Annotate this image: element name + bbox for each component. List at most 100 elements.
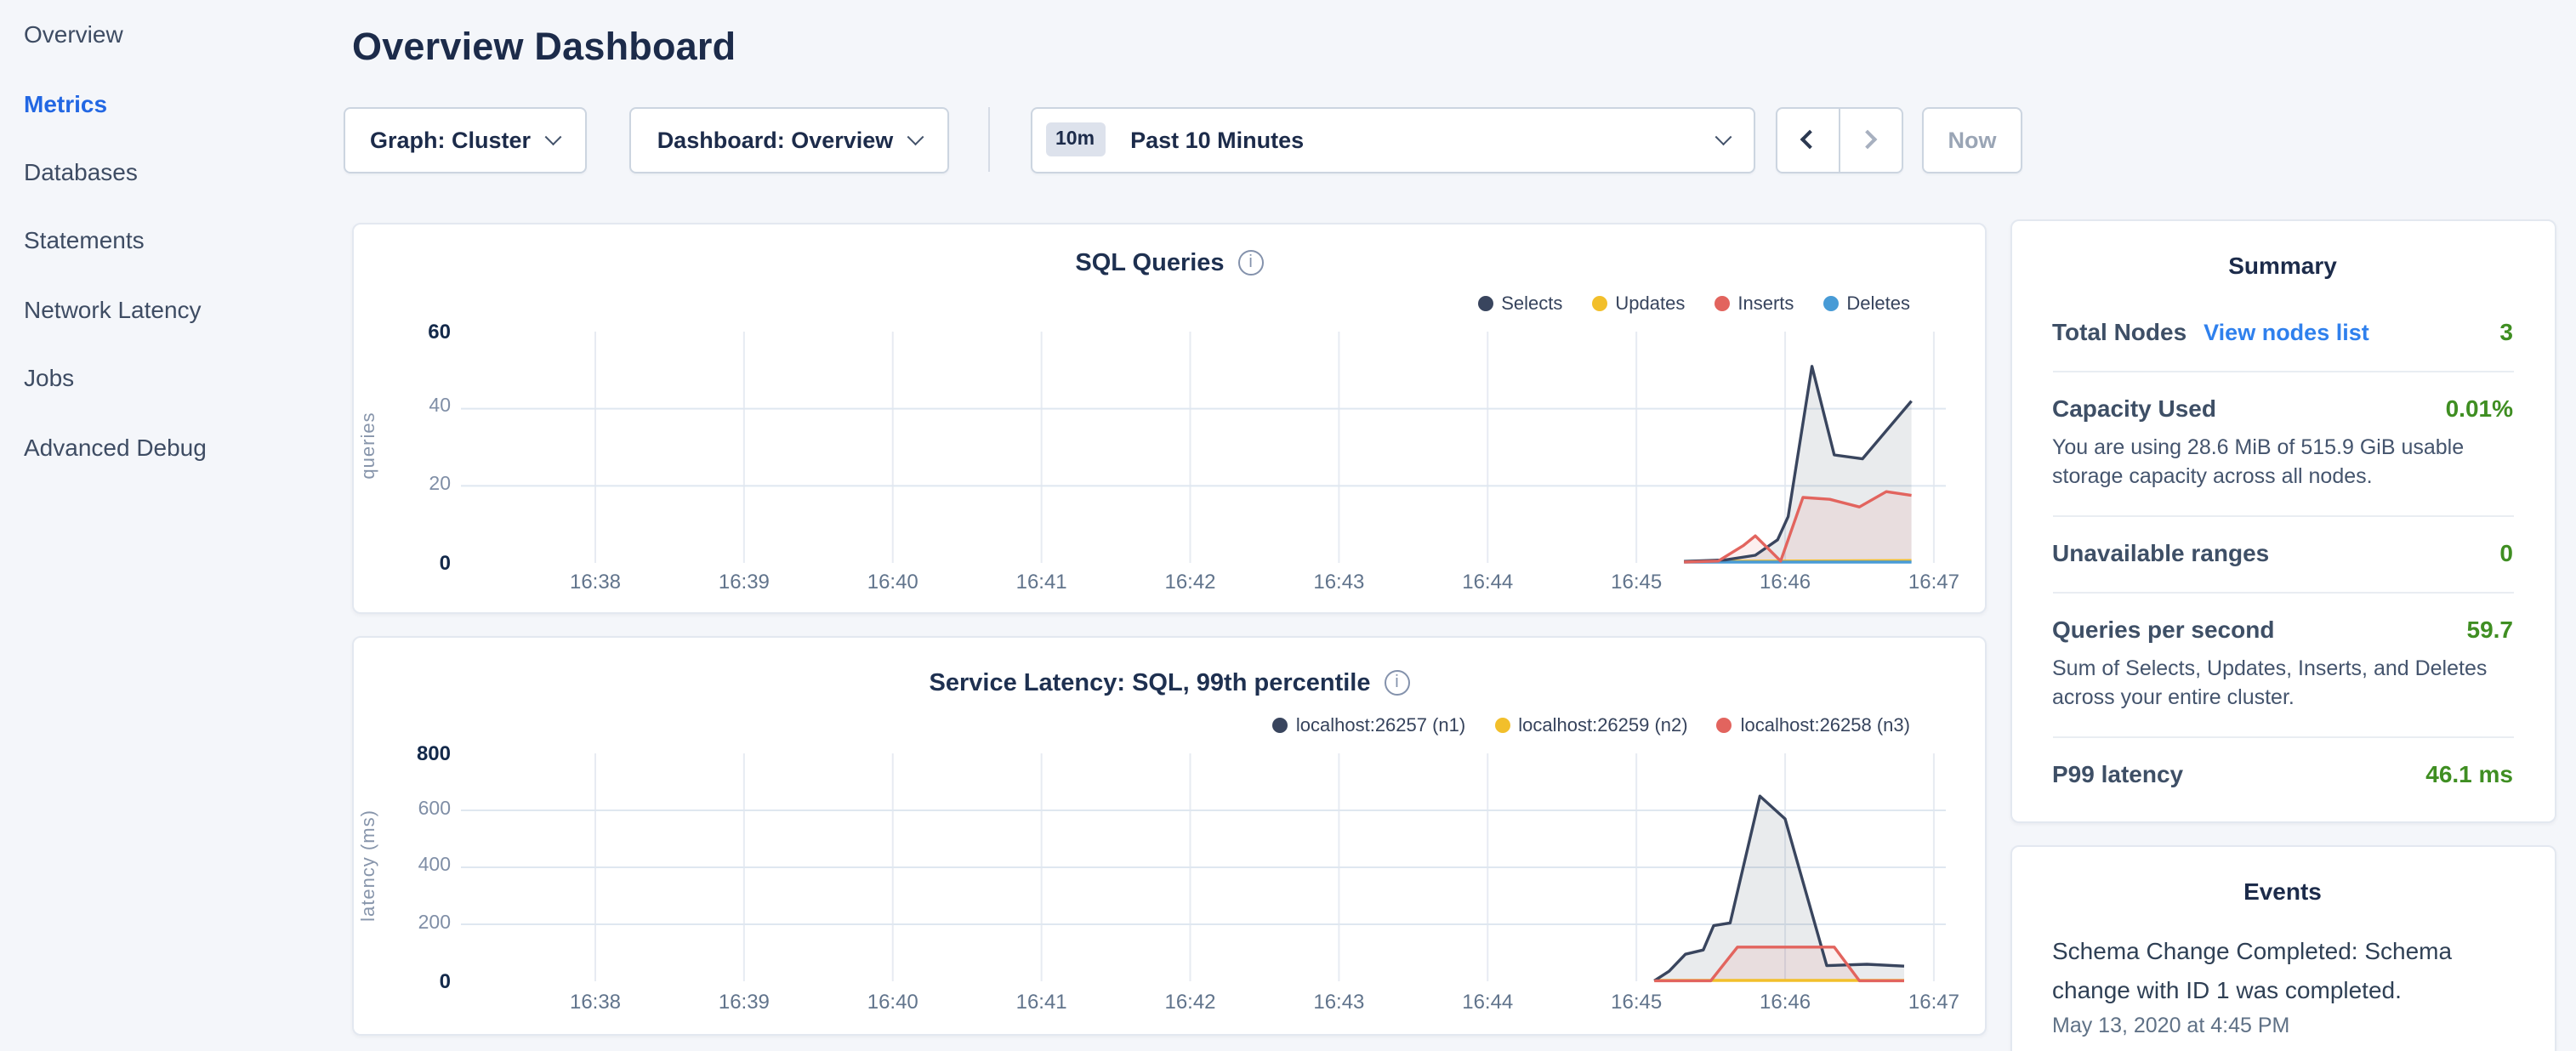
divider — [988, 107, 990, 172]
now-button[interactable]: Now — [1922, 106, 2022, 173]
x-tick-label: 16:39 — [693, 989, 795, 1013]
event-timestamp: May 13, 2020 at 4:45 PM — [2052, 1014, 2513, 1037]
x-tick-label: 16:46 — [1734, 989, 1836, 1013]
legend-label: Updates — [1615, 293, 1685, 314]
sidebar-item-statements[interactable]: Statements — [0, 206, 333, 275]
summary-item-value: 59.7 — [2467, 616, 2514, 643]
y-tick-label: 800 — [354, 741, 451, 765]
summary-item: Queries per second59.7 Sum of Selects, Up… — [2052, 592, 2513, 736]
graph-scope-dropdown-label: Graph: Cluster — [370, 127, 531, 152]
x-tick-label: 16:42 — [1140, 569, 1242, 593]
summary-item-value: 0 — [2499, 539, 2513, 566]
service-latency-sql-99th-percentile-plot — [461, 753, 1946, 986]
x-tick-label: 16:38 — [544, 569, 646, 593]
summary-item-label: Capacity Used — [2052, 395, 2216, 422]
legend-dot-icon — [1714, 296, 1729, 311]
summary-item-value: 46.1 ms — [2425, 760, 2513, 787]
time-prev-button[interactable] — [1777, 108, 1840, 171]
summary-item: Unavailable ranges 0 — [2052, 515, 2513, 592]
chart-title-text: Service Latency: SQL, 99th percentile — [930, 669, 1371, 696]
summary-item-description: Sum of Selects, Updates, Inserts, and De… — [2052, 655, 2513, 711]
x-tick-label: 16:43 — [1288, 989, 1390, 1013]
graph-scope-dropdown[interactable]: Graph: Cluster — [343, 106, 586, 173]
legend-item: Inserts — [1714, 293, 1794, 314]
chart-legend: localhost:26257 (n1)localhost:26259 (n2)… — [1272, 715, 1910, 736]
sidebar-item-jobs[interactable]: Jobs — [0, 344, 333, 412]
x-tick-label: 16:45 — [1585, 569, 1687, 593]
summary-item-label: Total Nodes — [2052, 318, 2186, 345]
dashboard-dropdown-label: Dashboard: Overview — [657, 127, 894, 152]
x-tick-label: 16:46 — [1734, 569, 1836, 593]
events-body: Schema Change Completed: Schema change w… — [2011, 932, 2554, 1037]
sql-queries-chart-card: SQL Queries i Selects Updates Inserts Deletes… — [352, 222, 1987, 613]
app-window: OverviewMetricsDatabasesStatementsNetwor… — [0, 0, 2576, 1051]
legend-label: localhost:26257 (n1) — [1296, 715, 1465, 736]
chart-title: SQL Queries i — [354, 249, 1985, 276]
x-tick-label: 16:47 — [1883, 989, 1985, 1013]
summary-item-value: 3 — [2499, 318, 2513, 345]
summary-item: Total Nodes View nodes list 3 — [2052, 296, 2513, 371]
info-icon[interactable]: i — [1238, 250, 1264, 276]
chart-title-text: SQL Queries — [1075, 249, 1224, 276]
sidebar-item-advanced-debug[interactable]: Advanced Debug — [0, 412, 333, 481]
sidebar-item-metrics[interactable]: Metrics — [0, 69, 333, 138]
summary-item-row: P99 latency46.1 ms — [2052, 760, 2513, 787]
info-icon[interactable]: i — [1385, 670, 1410, 696]
time-range-selector[interactable]: 10m Past 10 Minutes — [1030, 106, 1754, 173]
x-tick-label: 16:40 — [842, 989, 944, 1013]
legend-label: Deletes — [1846, 293, 1910, 314]
x-tick-label: 16:41 — [991, 989, 1093, 1013]
legend-dot-icon — [1591, 296, 1606, 311]
summary-body: Total Nodes View nodes list 3 Capacity Used… — [2011, 296, 2554, 813]
events-panel: Events Schema Change Completed: Schema c… — [2010, 845, 2556, 1051]
x-tick-label: 16:43 — [1288, 569, 1390, 593]
summary-item-row: Capacity Used0.01% — [2052, 395, 2513, 422]
summary-item-label: Unavailable ranges — [2052, 539, 2269, 566]
legend-label: Inserts — [1737, 293, 1794, 314]
dashboard-dropdown[interactable]: Dashboard: Overview — [629, 106, 949, 173]
view-nodes-link[interactable]: View nodes list — [2204, 320, 2369, 345]
time-range-badge: 10m — [1045, 122, 1105, 156]
legend-dot-icon — [1494, 718, 1510, 733]
y-axis-title: queries — [359, 344, 379, 548]
time-next-button[interactable] — [1840, 108, 1901, 171]
summary-panel: Summary Total Nodes View nodes list 3 Capac… — [2010, 219, 2556, 823]
summary-title: Summary — [2011, 252, 2554, 279]
x-tick-label: 16:47 — [1883, 569, 1985, 593]
summary-item-row: Queries per second59.7 — [2052, 616, 2513, 643]
chevron-down-icon — [545, 128, 560, 144]
sidebar-item-network-latency[interactable]: Network Latency — [0, 275, 333, 344]
chart-title: Service Latency: SQL, 99th percentile i — [354, 669, 1985, 696]
chevron-down-icon — [908, 128, 924, 144]
y-axis-title: latency (ms) — [359, 764, 379, 968]
chevron-down-icon — [1715, 128, 1731, 144]
legend-dot-icon — [1823, 296, 1838, 311]
events-title: Events — [2011, 878, 2554, 905]
legend-dot-icon — [1717, 718, 1732, 733]
x-tick-label: 16:44 — [1436, 569, 1538, 593]
sidebar: OverviewMetricsDatabasesStatementsNetwor… — [0, 0, 333, 480]
chevron-right-icon — [1858, 130, 1878, 150]
summary-item: P99 latency46.1 ms — [2052, 736, 2513, 813]
x-tick-label: 16:41 — [991, 569, 1093, 593]
legend-item: localhost:26258 (n3) — [1717, 715, 1910, 736]
time-range-label: Past 10 Minutes — [1130, 127, 1304, 152]
sidebar-item-overview[interactable]: Overview — [0, 0, 333, 69]
legend-label: localhost:26258 (n3) — [1741, 715, 1910, 736]
y-tick-label: 0 — [354, 969, 451, 993]
event-item: Schema Change Completed: Schema change w… — [2052, 932, 2513, 1037]
x-tick-label: 16:42 — [1140, 989, 1242, 1013]
summary-item: Capacity Used0.01%You are using 28.6 MiB… — [2052, 371, 2513, 515]
legend-item: localhost:26257 (n1) — [1272, 715, 1465, 736]
legend-dot-icon — [1272, 718, 1288, 733]
x-tick-label: 16:40 — [842, 569, 944, 593]
x-tick-label: 16:39 — [693, 569, 795, 593]
legend-label: Selects — [1501, 293, 1562, 314]
event-text: Schema Change Completed: Schema change w… — [2052, 932, 2513, 1008]
service-latency-chart-card: Service Latency: SQL, 99th percentile i lo… — [352, 635, 1987, 1036]
sidebar-item-databases[interactable]: Databases — [0, 138, 333, 207]
x-tick-label: 16:45 — [1585, 989, 1687, 1013]
summary-item-row: Unavailable ranges 0 — [2052, 539, 2513, 566]
legend-item: Updates — [1591, 293, 1685, 314]
x-tick-label: 16:38 — [544, 989, 646, 1013]
